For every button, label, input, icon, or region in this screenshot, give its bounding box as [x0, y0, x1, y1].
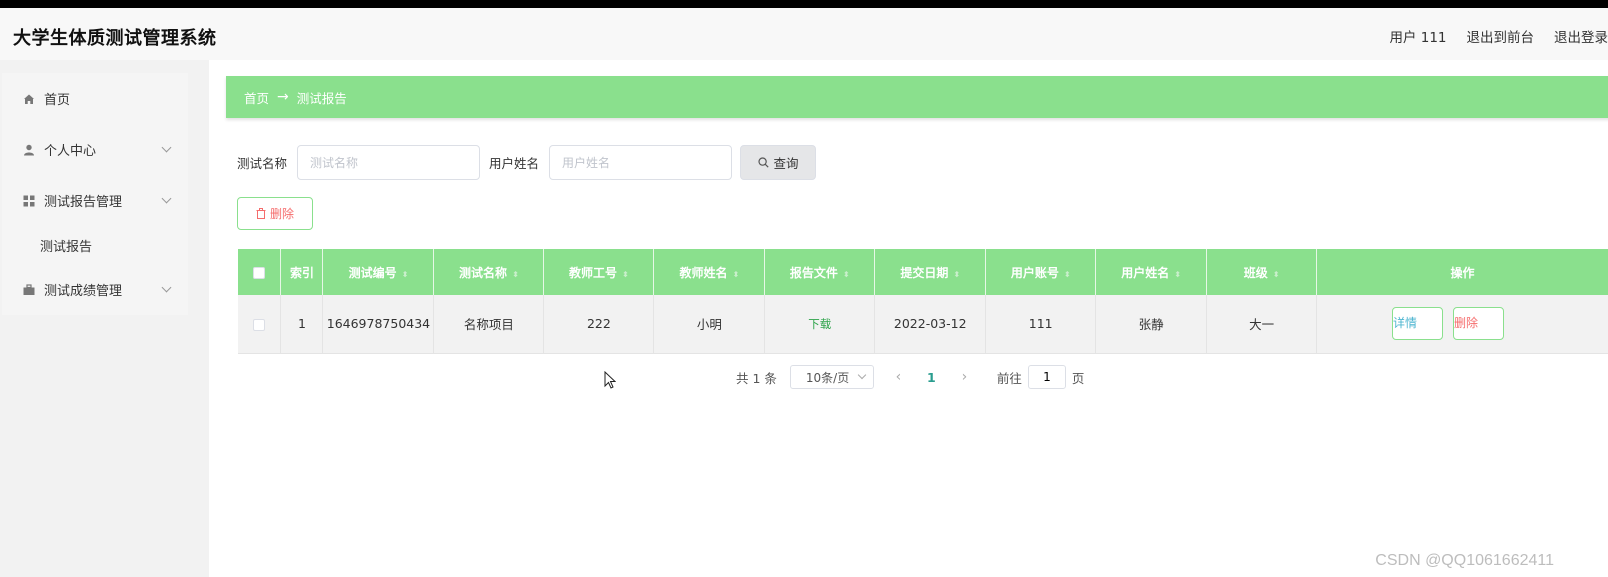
- trash-icon: [256, 208, 266, 219]
- search-form: 测试名称 用户姓名 查询: [237, 145, 817, 180]
- cell-test-name: 名称项目: [433, 295, 545, 354]
- sidebar-item-label: 测试报告管理: [44, 195, 123, 210]
- cell-actions: 详情 删除: [1316, 295, 1608, 354]
- row-select-cell[interactable]: [238, 295, 282, 354]
- report-table: 索引 测试编号 ⬍ 测试名称 ⬍ 教师工号 ⬍ 教师姓名 ⬍ 报告文件 ⬍ 提交日期 ⬍ 用…: [238, 249, 1608, 354]
- mouse-cursor-icon: [604, 370, 617, 389]
- sort-icon[interactable]: ⬍: [1273, 270, 1280, 279]
- select-all-cell[interactable]: [238, 249, 282, 295]
- main-content: 首页 → 测试报告 测试名称 用户姓名 查询 删除 索引: [209, 60, 1608, 577]
- query-button[interactable]: 查询: [740, 145, 817, 180]
- sidebar-item-home[interactable]: 首页: [2, 73, 188, 124]
- chevron-down-icon: [857, 370, 867, 380]
- table-row: 1 1646978750434 名称项目 222 小明 下载 2022-03-1…: [238, 295, 1608, 354]
- sidebar-item-test-report[interactable]: 测试报告: [2, 226, 188, 264]
- sort-icon[interactable]: ⬍: [402, 270, 409, 279]
- cell-submit-date: 2022-03-12: [874, 295, 987, 354]
- user-icon: [23, 144, 35, 156]
- cell-user-name: 张静: [1095, 295, 1208, 354]
- table-header-row: 索引 测试编号 ⬍ 测试名称 ⬍ 教师工号 ⬍ 教师姓名 ⬍ 报告文件 ⬍ 提交日期 ⬍ 用…: [238, 249, 1608, 295]
- test-name-label: 测试名称: [237, 156, 288, 171]
- sidebar-item-label: 测试成绩管理: [44, 284, 123, 299]
- prev-page-icon[interactable]: ‹: [882, 369, 915, 385]
- pagination: 共 1 条 10条/页 ‹ 1 › 前往 页: [736, 365, 1084, 389]
- sort-icon[interactable]: ⬍: [512, 270, 519, 279]
- breadcrumb: 首页 → 测试报告: [226, 76, 1608, 118]
- delete-button-label: 删除: [269, 207, 294, 221]
- header-actions: 用户 111 退出到前台 退出登录: [1389, 26, 1608, 46]
- sort-icon[interactable]: ⬍: [953, 270, 960, 279]
- cell-teacher-no: 222: [543, 295, 655, 354]
- page-size-select[interactable]: 10条/页: [789, 365, 874, 389]
- search-icon: [757, 157, 769, 168]
- cell-report-file: 下载: [764, 295, 876, 354]
- column-header: 索引: [280, 249, 324, 295]
- breadcrumb-separator: →: [277, 89, 289, 105]
- test-name-input[interactable]: [297, 145, 481, 180]
- sort-icon[interactable]: ⬍: [732, 270, 739, 279]
- briefcase-icon: [23, 283, 35, 296]
- column-header[interactable]: 用户账号 ⬍: [985, 249, 1097, 295]
- download-link[interactable]: 下载: [808, 317, 831, 331]
- sidebar-item-report-management[interactable]: 测试报告管理: [2, 175, 188, 226]
- sidebar-menu: 首页 个人中心 测试报告管理 测试报告 测试成绩管理: [2, 73, 188, 315]
- column-header: 操作: [1316, 249, 1608, 295]
- chevron-down-icon: [161, 142, 172, 153]
- goto-label: 前往: [996, 370, 1022, 386]
- sort-icon[interactable]: ⬍: [1064, 270, 1071, 279]
- current-user: 用户 111: [1389, 30, 1447, 46]
- home-icon: [23, 93, 35, 105]
- page-size-value: 10条/页: [805, 370, 850, 385]
- page-number[interactable]: 1: [915, 370, 948, 385]
- batch-delete-button[interactable]: 删除: [237, 197, 313, 230]
- row-checkbox[interactable]: [253, 318, 266, 331]
- top-black-bar: [0, 0, 1608, 8]
- grid-icon: [23, 195, 35, 207]
- detail-button[interactable]: 详情: [1392, 307, 1444, 341]
- app-header: 大学生体质测试管理系统 用户 111 退出到前台 退出登录: [0, 8, 1608, 60]
- logout-link[interactable]: 退出登录: [1554, 26, 1608, 46]
- sidebar: 首页 个人中心 测试报告管理 测试报告 测试成绩管理: [0, 60, 209, 577]
- page-suffix: 页: [1071, 370, 1085, 386]
- column-header[interactable]: 测试编号 ⬍: [322, 249, 435, 295]
- next-page-icon[interactable]: ›: [948, 369, 981, 385]
- sidebar-item-label: 个人中心: [44, 144, 97, 159]
- cell-user-account: 111: [985, 295, 1097, 354]
- goto-page-input[interactable]: [1027, 365, 1066, 389]
- column-header[interactable]: 班级 ⬍: [1206, 249, 1318, 295]
- sidebar-item-score-management[interactable]: 测试成绩管理: [2, 264, 188, 315]
- column-header[interactable]: 测试名称 ⬍: [433, 249, 545, 295]
- cell-class: 大一: [1206, 295, 1318, 354]
- app-title: 大学生体质测试管理系统: [13, 28, 217, 49]
- back-to-front-link[interactable]: 退出到前台: [1467, 26, 1535, 46]
- cell-test-no: 1646978750434: [322, 295, 435, 354]
- user-name-label: 用户姓名: [489, 156, 540, 171]
- pagination-total: 共 1 条: [736, 370, 777, 386]
- select-all-checkbox[interactable]: [253, 266, 266, 279]
- sort-icon[interactable]: ⬍: [1174, 270, 1181, 279]
- column-header[interactable]: 用户姓名 ⬍: [1095, 249, 1208, 295]
- column-header[interactable]: 报告文件 ⬍: [764, 249, 876, 295]
- sort-icon[interactable]: ⬍: [843, 270, 850, 279]
- breadcrumb-home[interactable]: 首页: [244, 88, 269, 107]
- sidebar-item-personal-center[interactable]: 个人中心: [2, 124, 188, 175]
- column-header[interactable]: 教师姓名 ⬍: [653, 249, 766, 295]
- column-header[interactable]: 教师工号 ⬍: [543, 249, 655, 295]
- user-name-input[interactable]: [549, 145, 733, 180]
- chevron-down-icon: [161, 193, 172, 204]
- column-header[interactable]: 提交日期 ⬍: [874, 249, 987, 295]
- sidebar-item-label: 首页: [44, 93, 71, 108]
- cell-teacher-name: 小明: [653, 295, 766, 354]
- cell-index: 1: [280, 295, 324, 354]
- query-button-label: 查询: [773, 156, 799, 171]
- breadcrumb-current: 测试报告: [296, 90, 347, 106]
- watermark: CSDN @QQ1061662411: [1375, 552, 1554, 569]
- chevron-down-icon: [161, 282, 172, 293]
- sort-icon[interactable]: ⬍: [622, 270, 629, 279]
- row-delete-button[interactable]: 删除: [1453, 307, 1505, 341]
